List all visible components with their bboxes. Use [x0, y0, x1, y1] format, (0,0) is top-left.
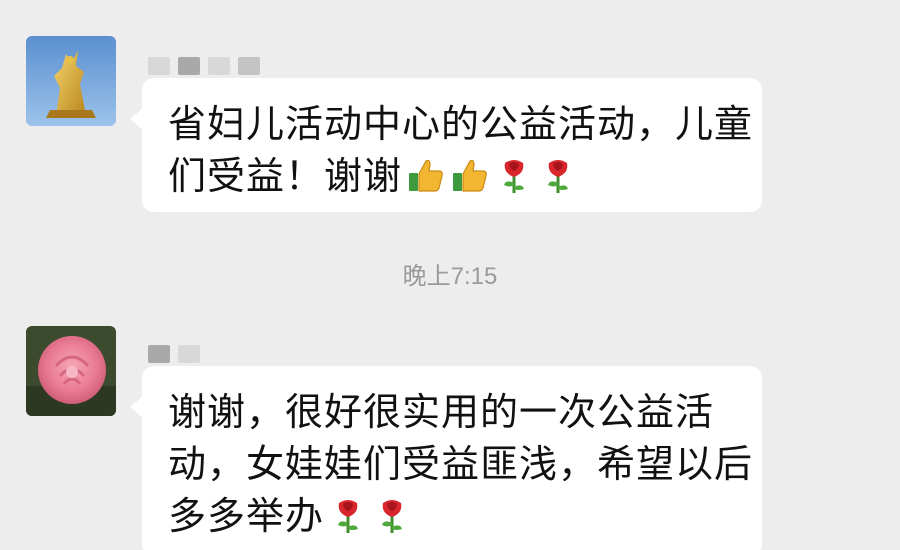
pink-rose-avatar-image	[26, 326, 116, 416]
message-timestamp: 晚上7:15	[402, 263, 498, 290]
rose-icon	[372, 495, 412, 535]
message-line: 省妇儿活动中心的公益活动，儿童	[168, 102, 754, 146]
message-line: 动，女娃娃们受益匪浅，希望以后	[168, 442, 754, 486]
message-line: 们受益！谢谢	[168, 150, 736, 202]
sender-name-redacted	[148, 54, 260, 78]
message-bubble[interactable]: 谢谢，很好很实用的一次公益活 动，女娃娃们受益匪浅，希望以后 多多举办	[130, 366, 762, 550]
mosaic-block	[148, 345, 170, 363]
rose-icon	[494, 155, 534, 195]
mosaic-block	[178, 345, 200, 363]
thumbs-up-icon	[450, 155, 490, 195]
message-line-text: 多多举办	[168, 494, 325, 538]
message-line: 多多举办	[168, 490, 736, 542]
mosaic-block	[208, 57, 230, 75]
thumbs-up-icon	[406, 155, 446, 195]
message-line: 谢谢，很好很实用的一次公益活	[168, 390, 715, 434]
mosaic-block	[148, 57, 170, 75]
chat-window: 省妇儿活动中心的公益活动，儿童 们受益！谢谢 晚上7:15 谢谢，很好很实用的一…	[0, 0, 900, 550]
message-line-text: 们受益！谢谢	[168, 154, 403, 198]
mosaic-block	[178, 57, 200, 75]
sender-avatar[interactable]	[26, 326, 116, 416]
sender-avatar[interactable]	[26, 36, 116, 126]
rose-icon	[328, 495, 368, 535]
mosaic-block	[238, 57, 260, 75]
sender-name-redacted	[148, 342, 200, 366]
golden-statue-avatar-image	[26, 36, 116, 126]
rose-icon	[538, 155, 578, 195]
message-bubble[interactable]: 省妇儿活动中心的公益活动，儿童 们受益！谢谢	[130, 78, 762, 212]
